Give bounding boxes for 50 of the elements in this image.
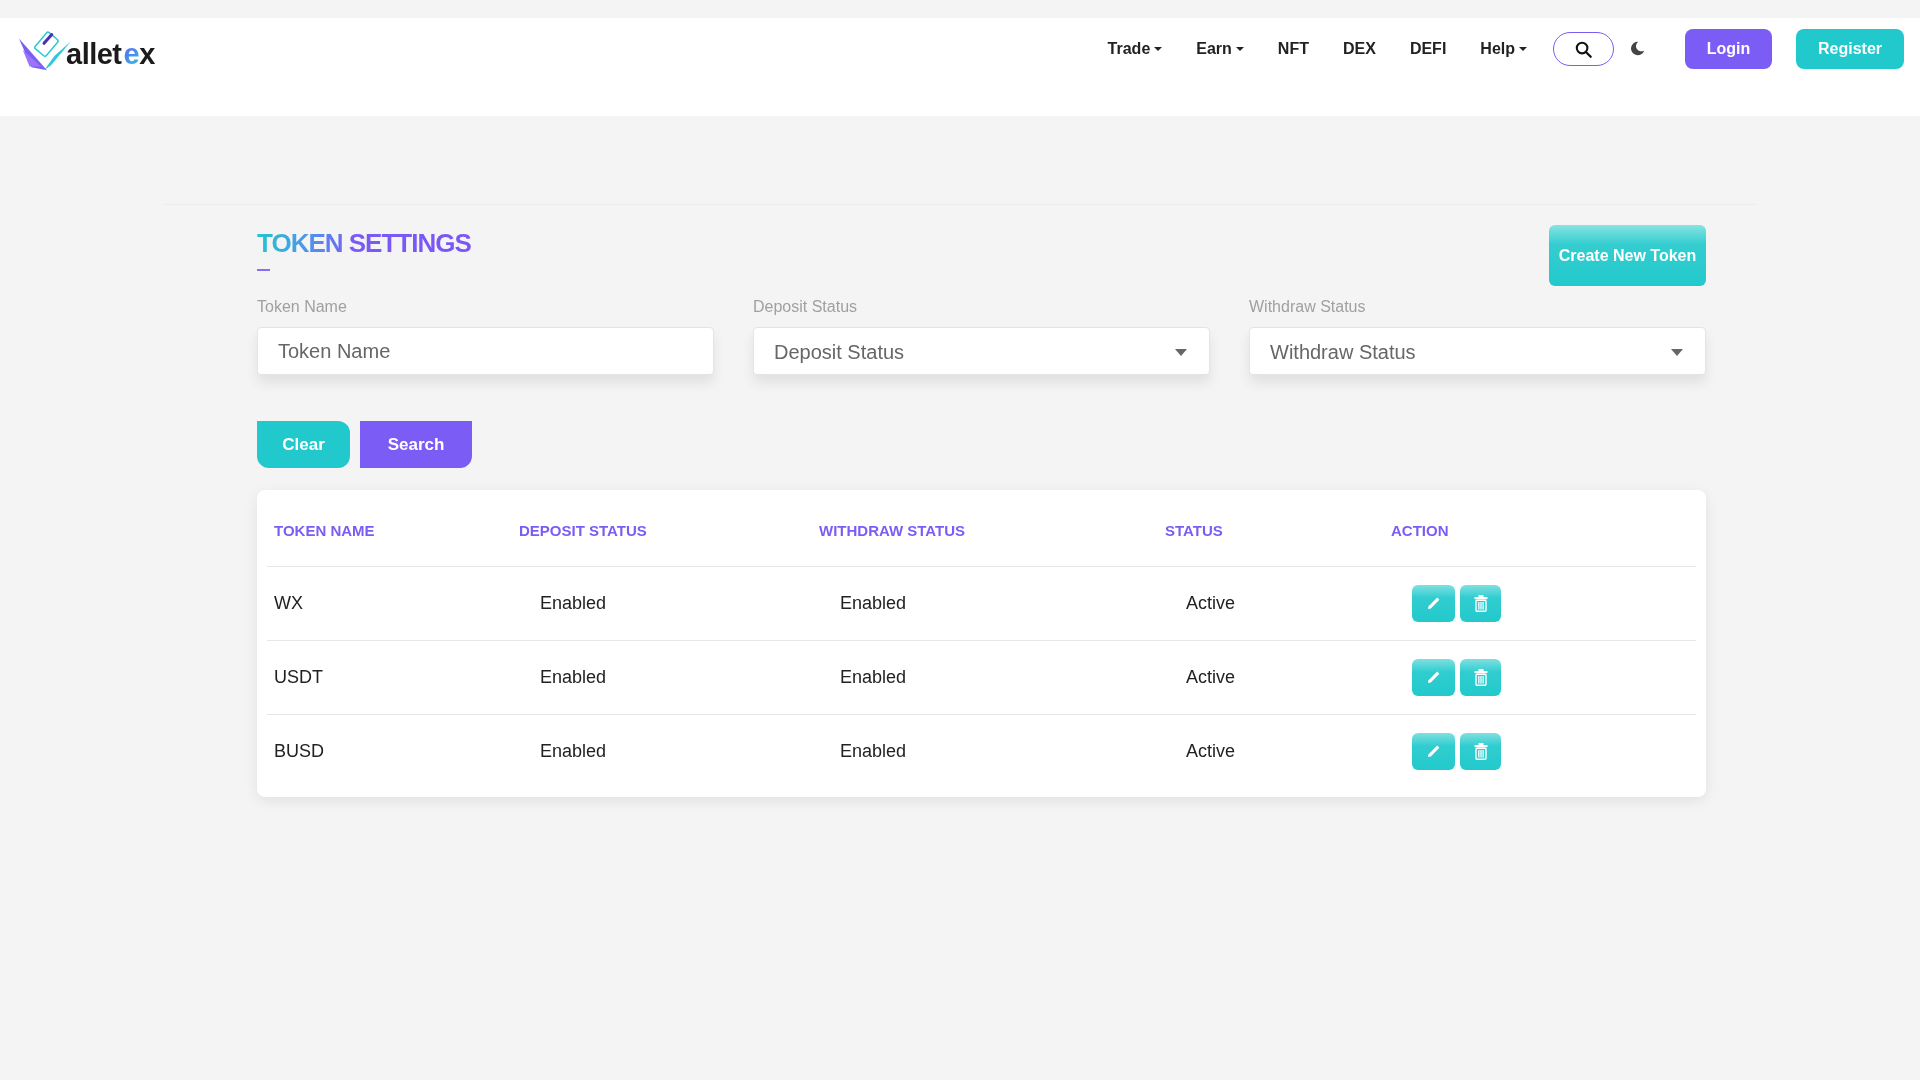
pencil-icon [1426, 596, 1441, 610]
token-name-input[interactable]: Token Name [257, 327, 714, 375]
edit-button[interactable] [1412, 658, 1455, 696]
search-button[interactable]: Search [360, 421, 472, 468]
column-header: DEPOSIT STATUS [519, 522, 647, 540]
table-cell: Enabled [540, 740, 607, 761]
trash-can-icon [1473, 742, 1488, 760]
table-cell: Enabled [540, 592, 607, 613]
title-accent-line [257, 269, 270, 271]
pencil-icon [1426, 670, 1441, 684]
field-label: Withdraw Status [1249, 297, 1366, 317]
edit-button[interactable] [1412, 584, 1455, 622]
table-cell: Enabled [540, 666, 607, 687]
nav-link[interactable]: Help [1480, 29, 1527, 69]
caret-icon [1175, 349, 1187, 356]
table-cell: WX [274, 592, 303, 613]
login-button[interactable]: Login [1685, 29, 1772, 69]
trash-can-icon [1473, 594, 1488, 612]
nav-link[interactable]: Trade [1107, 29, 1163, 69]
table-cell: Enabled [840, 666, 907, 687]
table-cell: Enabled [840, 740, 907, 761]
table-cell: Active [1186, 740, 1236, 761]
pencil-icon [1426, 744, 1441, 759]
table-cell: Active [1186, 666, 1236, 687]
nav-link[interactable]: DEFI [1409, 29, 1447, 69]
table-cell: BUSD [274, 740, 324, 761]
field-label: Token Name [257, 297, 347, 317]
delete-button[interactable] [1460, 658, 1501, 696]
status-select[interactable]: Withdraw Status [1249, 327, 1706, 375]
search-icon [1575, 40, 1592, 58]
field-label: Deposit Status [753, 297, 858, 317]
column-header: STATUS [1165, 522, 1223, 540]
table-cell: Enabled [840, 592, 907, 613]
search-button[interactable] [1553, 32, 1614, 66]
nav-link[interactable]: Earn [1196, 29, 1244, 69]
delete-button[interactable] [1460, 584, 1501, 622]
nav-link[interactable]: DEX [1342, 29, 1376, 69]
logo-wordmark: alletex [66, 37, 155, 70]
caret-icon [1671, 349, 1683, 356]
nav-link[interactable]: NFT [1277, 29, 1309, 69]
delete-button[interactable] [1460, 732, 1501, 770]
column-header: ACTION [1391, 522, 1449, 540]
column-header: TOKEN NAME [274, 522, 375, 540]
status-select[interactable]: Deposit Status [753, 327, 1210, 375]
table-cell: Active [1186, 592, 1236, 613]
moon-icon[interactable] [1630, 41, 1645, 56]
trash-can-icon [1473, 668, 1488, 686]
edit-button[interactable] [1412, 732, 1455, 770]
table-cell: USDT [274, 666, 323, 687]
column-header: WITHDRAW STATUS [819, 522, 966, 540]
